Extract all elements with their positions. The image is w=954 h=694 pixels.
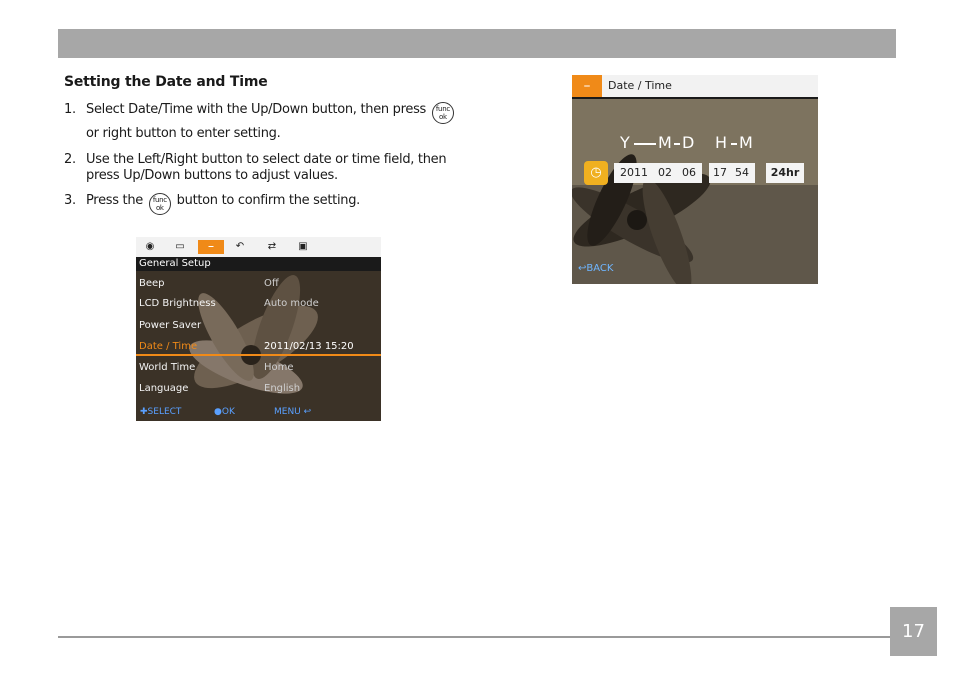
time-format-field[interactable]: 24hr [766, 163, 804, 183]
step-text: or right button to enter setting. [86, 126, 281, 141]
playback-icon[interactable]: ↶ [229, 240, 251, 254]
setup-key-icon[interactable]: ⎯ [198, 240, 224, 254]
step-text: Press the [86, 193, 143, 208]
ok-hint: ●OK [214, 407, 235, 417]
step-number: 2. [64, 152, 76, 167]
step-text: press Up/Down buttons to adjust values. [86, 168, 338, 183]
date-field[interactable]: 2011 02 06 [614, 163, 702, 183]
time-field[interactable]: 17 54 [709, 163, 755, 183]
screen-title: Date / Time [608, 79, 672, 92]
selection-underline [136, 354, 381, 356]
menu-item-language[interactable]: Language English [139, 379, 379, 399]
video-icon[interactable]: ▭ [169, 240, 191, 254]
transfer-icon[interactable]: ⇄ [261, 240, 283, 254]
title-bar: ⎯ Date / Time [572, 75, 818, 99]
field-separator [731, 143, 737, 145]
step-number: 1. [64, 102, 76, 117]
camera-screen-date-time: ⎯ Date / Time Y M D H M ◷ 2011 02 06 17 … [572, 75, 818, 284]
day-value[interactable]: 06 [682, 163, 696, 183]
year-label: Y [620, 133, 630, 152]
camera-screen-setup-menu: ◉ ▭ ⎯ ↶ ⇄ ▣ General Setup Beep Off LCD Br… [136, 237, 381, 421]
menu-hint: MENU ↩ [274, 407, 312, 417]
footer-line [58, 636, 890, 638]
connect-icon[interactable]: ▣ [292, 240, 314, 254]
step-number: 3. [64, 193, 76, 208]
field-separator [674, 143, 680, 145]
day-label: D [682, 133, 695, 152]
setup-key-icon: ⎯ [572, 75, 602, 97]
select-hint: ✚SELECT [140, 407, 182, 417]
step-text: button to confirm the setting. [176, 193, 361, 208]
back-hint[interactable]: ↩BACK [578, 263, 613, 274]
year-value[interactable]: 2011 [620, 163, 648, 183]
minute-value[interactable]: 54 [735, 163, 749, 183]
menu-header: General Setup [136, 257, 381, 271]
clock-icon: ◷ [584, 161, 608, 185]
menu-tab-bar: ◉ ▭ ⎯ ↶ ⇄ ▣ [136, 237, 381, 257]
hour-value[interactable]: 17 [713, 163, 727, 183]
step-text: Select Date/Time with the Up/Down button… [86, 102, 427, 117]
month-label: M [658, 133, 672, 152]
camera-icon[interactable]: ◉ [139, 240, 161, 254]
func-ok-icon: func ok [431, 102, 454, 124]
menu-item-power-saver[interactable]: Power Saver [139, 316, 379, 336]
func-ok-icon: func ok [148, 193, 171, 215]
hour-label: H [715, 133, 728, 152]
menu-item-beep[interactable]: Beep Off [139, 274, 379, 294]
section-title: Setting the Date and Time [64, 74, 268, 90]
menu-item-lcd-brightness[interactable]: LCD Brightness Auto mode [139, 294, 379, 314]
step-text: Use the Left/Right button to select date… [86, 152, 447, 167]
page-number: 17 [890, 607, 937, 656]
header-bar [58, 29, 896, 58]
button-hint-bar: ✚SELECT ●OK MENU ↩ [136, 403, 381, 421]
minute-label: M [739, 133, 753, 152]
field-separator [634, 143, 656, 145]
month-value[interactable]: 02 [658, 163, 672, 183]
menu-item-world-time[interactable]: World Time Home [139, 358, 379, 378]
